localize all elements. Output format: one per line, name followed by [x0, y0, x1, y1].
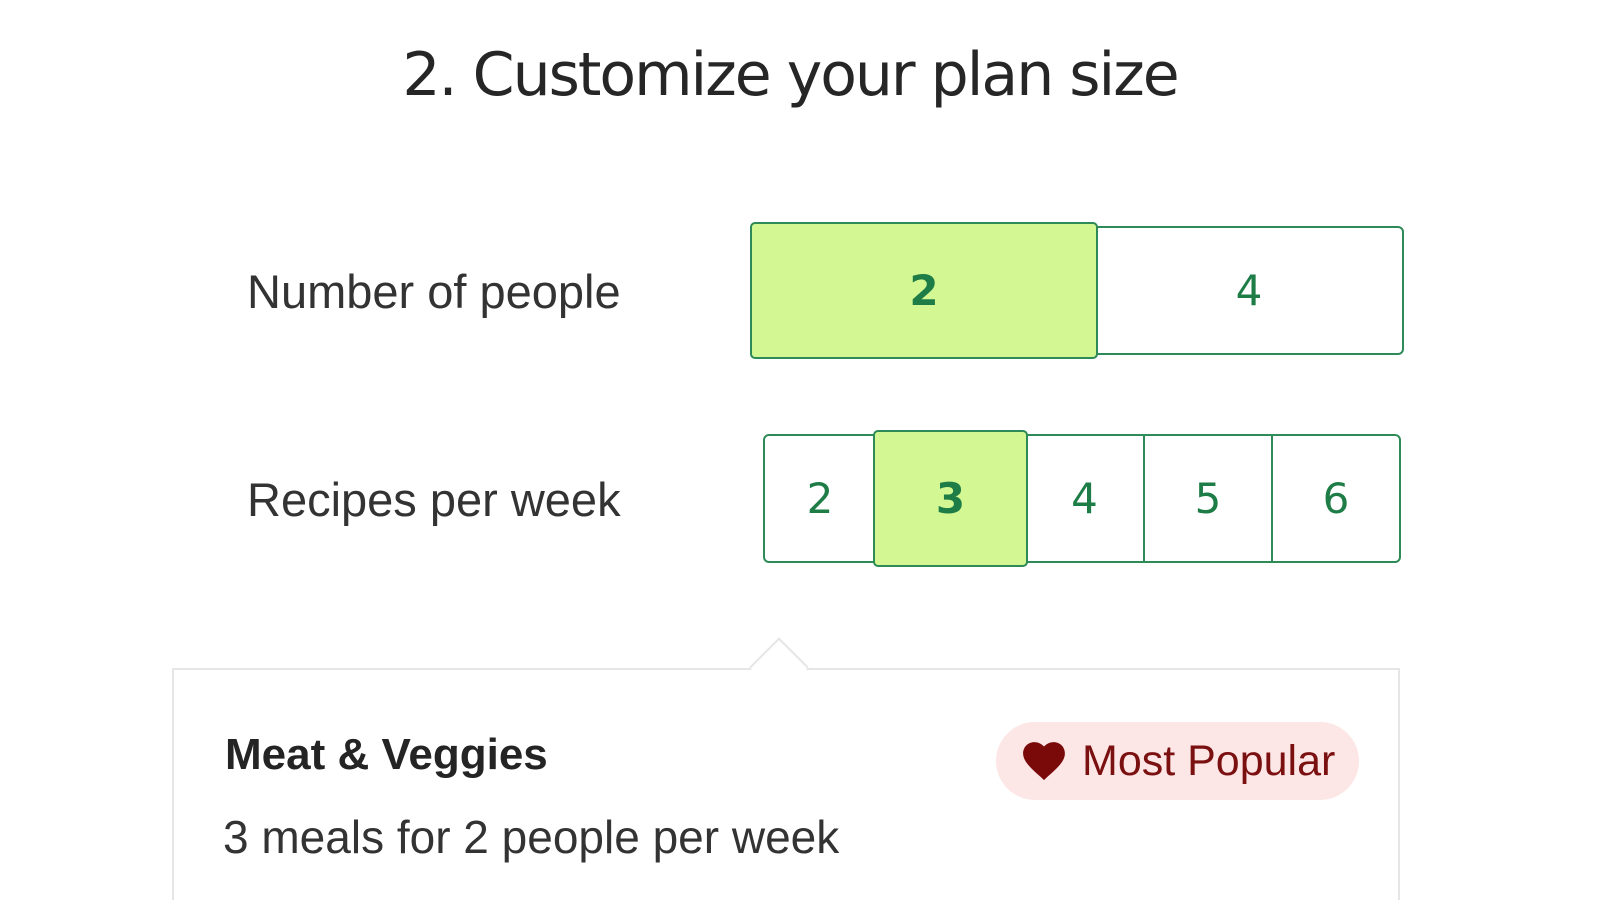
recipes-option-3[interactable]: 3	[873, 430, 1028, 567]
recipes-option-5[interactable]: 5	[1143, 434, 1273, 563]
plan-size-page: 2. Customize your plan size Number of pe…	[0, 0, 1600, 900]
plan-description: 3 meals for 2 people per week	[223, 811, 840, 863]
people-option-2[interactable]: 2	[750, 222, 1098, 359]
most-popular-badge: Most Popular	[996, 722, 1360, 800]
recipes-option-2[interactable]: 2	[763, 434, 877, 563]
recipes-option-4[interactable]: 4	[1024, 434, 1145, 563]
people-label: Number of people	[247, 265, 621, 318]
people-option-4[interactable]: 4	[1094, 226, 1404, 355]
page-title: 2. Customize your plan size	[402, 40, 1179, 110]
recipes-option-6[interactable]: 6	[1271, 434, 1401, 563]
recipes-label: Recipes per week	[247, 473, 621, 526]
badge-label: Most Popular	[1082, 736, 1336, 785]
plan-name: Meat & Veggies	[225, 730, 548, 779]
heart-icon	[1022, 741, 1066, 781]
